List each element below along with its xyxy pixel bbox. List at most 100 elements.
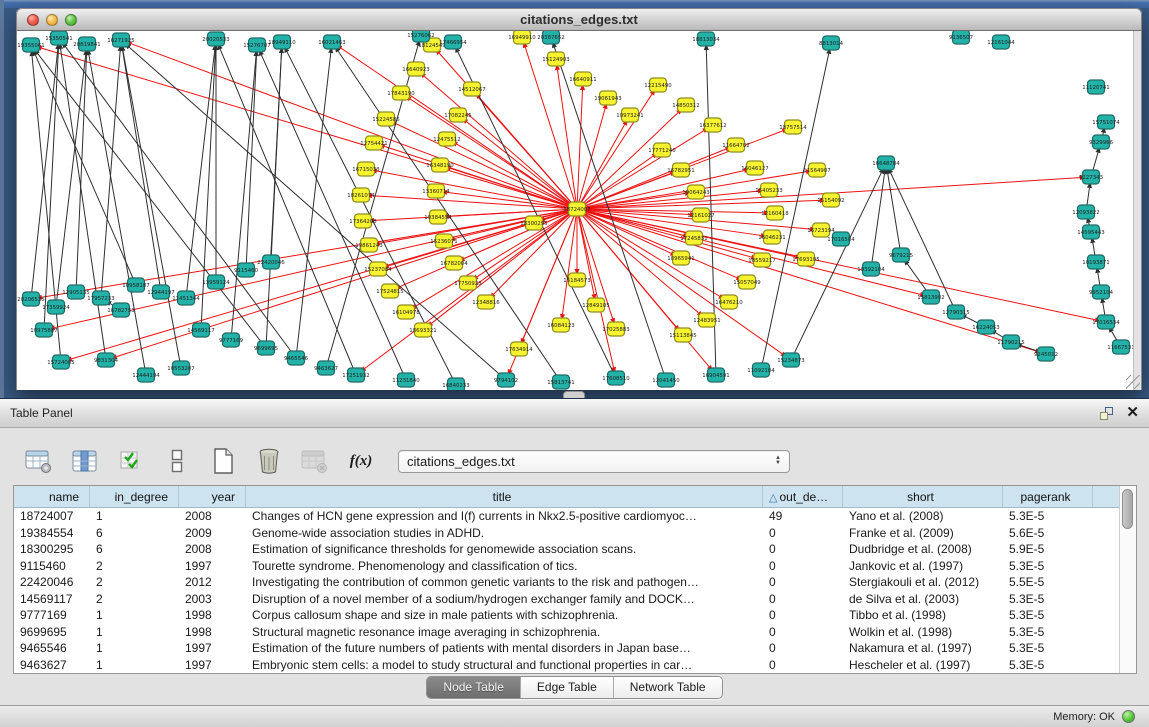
graph-node-label: 16782753 [107,308,134,314]
table-cell: Jankovic et al. (1997) [843,558,1003,575]
citation-edge [296,53,331,358]
graph-node-label: 16949910 [508,35,536,41]
graph-node-label: 13360714 [422,189,450,195]
table-settings-icon[interactable] [24,447,54,475]
table-cell: 2008 [179,508,246,525]
graph-node-label: 16782004 [440,261,468,267]
float-window-icon[interactable] [1099,406,1114,421]
select-attributes-icon[interactable] [116,447,146,475]
show-columns-icon[interactable] [70,447,100,475]
graph-node-label: 16648784 [872,161,900,167]
graph-node-label: 10958187 [122,283,149,289]
merge-tables-icon[interactable] [162,447,192,475]
network-canvas[interactable]: 1812454916640923178431901522458612754421… [16,31,1133,390]
citation-edge [186,50,215,298]
table-row[interactable]: 946554611997Estimation of the future num… [14,640,1119,657]
graph-node-label: 19355061 [17,43,44,49]
table-cell: 9115460 [14,558,90,575]
table-row[interactable]: 977716911998Corpus callosum shape and si… [14,607,1119,624]
close-panel-icon[interactable]: ✕ [1126,405,1139,421]
table-row[interactable]: 946362711997Embryonic stem cells: a mode… [14,657,1119,674]
graph-node-label: 15813902 [917,295,944,301]
citation-edge [888,174,901,255]
column-header-pagerank[interactable]: pagerank [1003,486,1093,507]
column-header-out_de[interactable]: △out_de… [763,486,843,507]
graph-node-label: 10973241 [616,113,643,119]
graph-node-label: 17634914 [505,347,533,353]
function-builder-icon[interactable]: f(x) [346,447,376,475]
graph-node-label: 18813034 [692,37,720,43]
graph-node-label: 17771240 [648,148,676,154]
citation-edge-red [42,48,577,209]
citation-edge-red [577,94,652,209]
graph-node-label: 12160418 [761,211,789,217]
graph-node-label: 12944197 [147,290,174,296]
graph-node-label: 20387652 [537,35,564,41]
table-row[interactable]: 911546021997Tourette syndrome. Phenomeno… [14,558,1119,575]
graph-node-label: 12161027 [687,213,714,219]
status-bar: Memory: OK [0,705,1149,727]
graph-node-label: 10392104 [857,267,885,273]
table-cell: 18300295 [14,541,90,558]
tab-network-table[interactable]: Network Table [614,677,722,698]
table-cell: Embryonic stem cells: a model to study s… [246,657,763,674]
graph-node-label: 18693321 [409,328,436,334]
graph-node-label: 14569117 [187,328,214,334]
graph-node-label: 15276707 [243,43,270,49]
graph-node-label: 16476210 [715,300,743,306]
new-table-icon[interactable] [208,447,238,475]
graph-node-label: 9777169 [219,338,244,344]
tab-node-table[interactable]: Node Table [427,677,521,698]
table-toolbar: f(x) citations_edges.txt ▲▼ [0,428,1149,482]
graph-node-label: 17025883 [602,327,629,333]
graph-node-label: 16904591 [702,373,729,379]
citation-edge [101,51,120,298]
graph-node-label: 11667531 [1107,345,1133,351]
graph-node-label: 18724007 [563,207,590,213]
table-row[interactable]: 1456911722003Disruption of a novel membe… [14,591,1119,608]
table-row[interactable]: 1872400712008Changes of HCN gene express… [14,508,1119,525]
graph-node-label: 16640923 [402,67,429,73]
graph-node-label: 15350541 [45,36,72,42]
table-row[interactable]: 1830029562008Estimation of significance … [14,541,1119,558]
resize-handle-icon[interactable] [1126,375,1140,389]
table-row[interactable]: 2242004622012Investigating the contribut… [14,574,1119,591]
graph-node-label: 13959124 [202,280,230,286]
column-header-short[interactable]: short [843,486,1003,507]
graph-node-label: 17251932 [342,373,369,379]
table-cell: Stergiakouli et al. (2012) [843,574,1003,591]
column-header-name[interactable]: name [14,486,90,507]
table-row[interactable]: 969969511998Structural magnetic resonanc… [14,624,1119,641]
delete-attributes-icon[interactable] [254,447,284,475]
graph-node-label: 12483951 [693,318,720,324]
graph-node-label: 15154092 [817,198,844,204]
table-header-row: namein_degreeyeartitle△out_de…shortpager… [14,486,1119,508]
table-vertical-scrollbar[interactable] [1119,486,1136,673]
graph-node-label: 20819841 [73,42,100,48]
table-row[interactable]: 1938455462009Genome-wide association stu… [14,525,1119,542]
column-header-year[interactable]: year [179,486,246,507]
table-cell: 2 [90,591,179,608]
graph-node-label: 12093822 [1072,210,1099,216]
graph-node-label: 16084123 [547,323,574,329]
table-selector-dropdown[interactable]: citations_edges.txt ▲▼ [398,450,790,473]
graph-node-label: 17524815 [376,289,403,295]
column-header-in_degree[interactable]: in_degree [90,486,179,507]
window-titlebar[interactable]: citations_edges.txt [16,8,1142,31]
citation-edge-red [447,192,577,209]
tab-edge-table[interactable]: Edge Table [521,677,614,698]
table-cell: Structural magnetic resonance image aver… [246,624,763,641]
window-right-gutter [1133,31,1142,390]
table-cell: Nakamura et al. (1997) [843,640,1003,657]
table-cell: de Silva et al. (2003) [843,591,1003,608]
graph-node-label: 16046127 [741,166,768,172]
column-header-title[interactable]: title [246,486,763,507]
graph-node-label: 18757514 [779,125,807,131]
scrollbar-thumb[interactable] [1122,489,1133,529]
graph-node-label: 17082245 [444,113,471,119]
table-cell: 14569117 [14,591,90,608]
graph-node-label: 16348190 [426,163,454,169]
table-cell: 1 [90,607,179,624]
graph-node-label: 16377612 [699,123,726,129]
graph-node-label: 15751074 [1092,120,1120,126]
